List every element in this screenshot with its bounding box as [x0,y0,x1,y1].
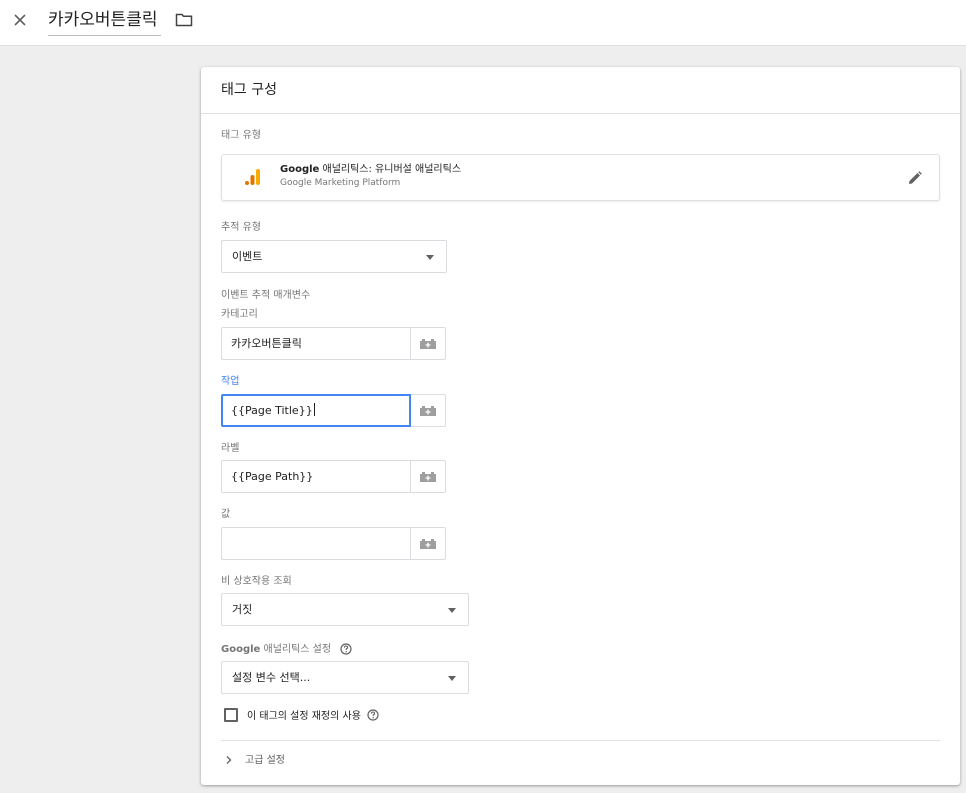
folder-icon [175,13,193,27]
track-type-value: 이벤트 [232,250,263,263]
track-type-label: 추적 유형 [221,222,261,233]
google-analytics-icon [245,169,260,185]
action-variable-button[interactable] [411,394,446,427]
override-settings-checkbox[interactable] [224,708,238,722]
category-value: 카카오버튼클릭 [231,337,302,350]
close-button[interactable] [8,8,32,32]
label-field-label: 라벨 [221,443,240,454]
help-icon[interactable] [367,709,379,721]
ga-settings-label-bold: Google [221,644,261,655]
category-label: 카테고리 [221,309,258,320]
card-title: 태그 구성 [221,82,277,98]
ga-settings-value: 설정 변수 선택... [232,671,311,684]
tag-name-field[interactable]: 카카오버튼클릭 [48,8,162,36]
category-input[interactable]: 카카오버튼클릭 [221,327,411,360]
chevron-right-icon [226,756,232,764]
chevron-down-icon [448,676,456,681]
variable-icon [420,471,436,482]
tag-type-selector[interactable]: Google 애널리틱스: 유니버설 애널리틱스 Google Marketin… [221,154,940,201]
tag-type-label: 태그 유형 [221,130,261,141]
folder-button[interactable] [174,10,194,30]
close-icon [14,14,26,26]
override-settings-text: 이 태그의 설정 재정의 사용 [247,711,361,722]
value-field-label: 값 [221,509,231,520]
value-variable-button[interactable] [411,527,446,560]
action-value: {{Page Title}} [231,404,313,417]
variable-icon [420,405,436,416]
action-value-wrap: {{Page Title}} [231,403,315,419]
override-settings-label: 이 태그의 설정 재정의 사용 [247,709,379,724]
ga-settings-label: Google 애널리틱스 설정 [221,643,352,657]
track-type-select[interactable]: 이벤트 [221,240,447,273]
label-value: {{Page Path}} [231,470,314,483]
tag-name-text: 카카오버튼클릭 [48,10,158,30]
text-cursor [313,403,315,416]
non-interaction-label: 비 상호작용 조회 [221,576,292,587]
non-interaction-value: 거짓 [232,603,253,616]
help-icon[interactable] [340,643,352,655]
tag-type-subtitle: Google Marketing Platform [280,178,401,188]
tag-type-name: Google 애널리틱스: 유니버설 애널리틱스 [280,163,461,177]
divider [221,740,940,741]
chevron-down-icon [426,255,434,260]
ga-settings-label-rest: 애널리틱스 설정 [260,644,332,655]
top-bar: 카카오버튼클릭 [0,0,966,46]
tag-configuration-card: 태그 구성 태그 유형 Google 애널리틱스: 유니버설 애널리틱스 Goo… [201,67,960,785]
action-input[interactable]: {{Page Title}} [221,394,411,427]
value-input[interactable] [221,527,411,560]
pencil-icon [909,171,922,184]
card-header: 태그 구성 [201,67,960,114]
non-interaction-select[interactable]: 거짓 [221,593,469,626]
label-variable-button[interactable] [411,460,446,493]
variable-icon [420,538,436,549]
action-label: 작업 [221,376,240,387]
advanced-settings-label: 고급 설정 [245,755,285,766]
variable-icon [420,338,436,349]
category-variable-button[interactable] [411,327,446,360]
event-params-heading: 이벤트 추적 매개변수 [221,290,311,301]
chevron-down-icon [448,608,456,613]
tag-type-name-bold: Google [280,164,320,175]
ga-settings-select[interactable]: 설정 변수 선택... [221,661,469,694]
label-input[interactable]: {{Page Path}} [221,460,411,493]
tag-type-name-rest: 애널리틱스: 유니버설 애널리틱스 [319,164,462,175]
edit-tag-type-button[interactable] [905,168,925,188]
